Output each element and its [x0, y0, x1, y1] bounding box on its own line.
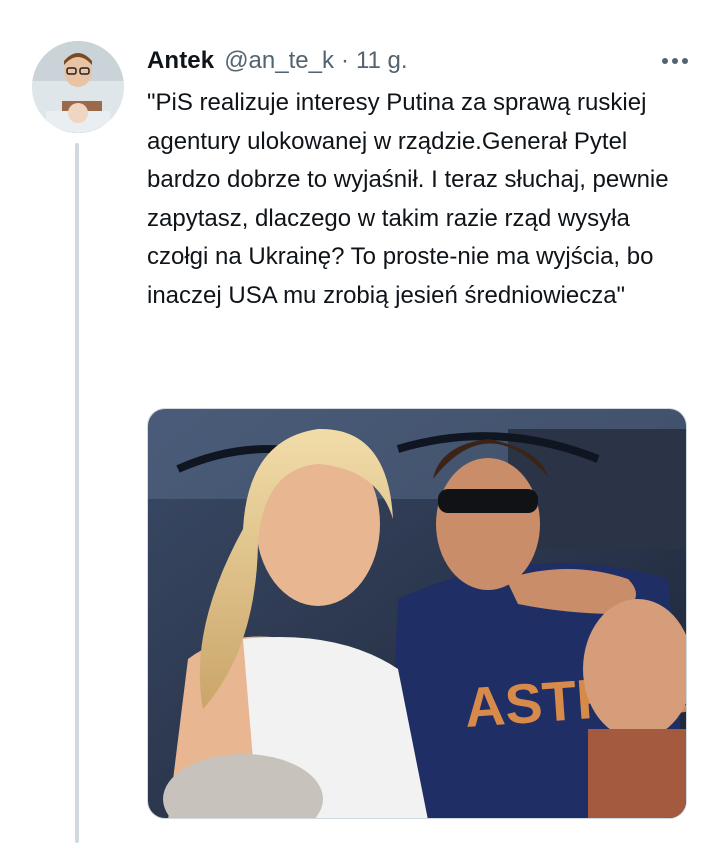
avatar-photo — [32, 41, 124, 133]
author-avatar[interactable] — [32, 41, 124, 133]
tweet-timestamp[interactable]: 11 g. — [356, 47, 408, 75]
tweet-text: "PiS realizuje interesy Putina za sprawą… — [147, 89, 676, 309]
photo-illustration: ASTROS — [148, 409, 686, 818]
more-options-button[interactable] — [658, 48, 692, 74]
tweet-header: Antek @an_te_k · 11 g. — [147, 44, 700, 78]
author-handle[interactable]: @an_te_k — [224, 47, 334, 75]
separator-dot: · — [340, 47, 349, 74]
more-horizontal-icon — [662, 58, 688, 64]
tweet-media-photo[interactable]: ASTROS — [147, 408, 687, 819]
author-name[interactable]: Antek — [147, 47, 214, 75]
thread-connector-line — [75, 143, 79, 843]
